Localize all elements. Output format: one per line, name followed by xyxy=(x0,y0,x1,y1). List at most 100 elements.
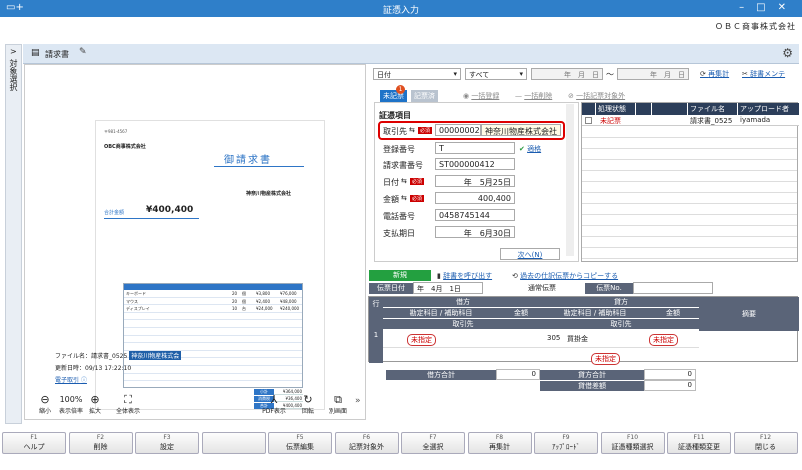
invoice-item-name: ディスプレイ xyxy=(126,306,150,312)
function-key-4[interactable] xyxy=(201,432,266,454)
row-status: 未記票 xyxy=(600,117,621,125)
window-controls[interactable]: –□✕ xyxy=(739,2,798,13)
call-dictionary-link[interactable]: ▮ 辞書を呼び出す xyxy=(437,271,492,281)
filter-field-select[interactable]: 日付 ▾ xyxy=(373,68,461,80)
grid-header-col4[interactable] xyxy=(652,103,688,115)
function-key-number: F6 xyxy=(362,434,371,441)
fit-page-button[interactable]: ⛶ 全体表示 xyxy=(112,394,144,416)
close-icon[interactable]: ✕ xyxy=(778,2,798,13)
grid-header-col3[interactable] xyxy=(636,103,652,115)
due-date-label: 支払期日 xyxy=(383,229,415,238)
invoice-item-price: ¥24,000 xyxy=(256,306,273,312)
invoice-amount: ¥400,400 xyxy=(146,205,194,215)
rotate-button[interactable]: ↻ 回転 xyxy=(295,394,321,416)
reaggregate-link[interactable]: ⟳ 再集計 xyxy=(700,69,729,79)
function-key-12[interactable]: F12 閉じる xyxy=(733,432,798,454)
info-icon[interactable]: ⓘ xyxy=(81,377,87,384)
client-name-field[interactable]: 神奈川物産株式会社 xyxy=(481,124,561,136)
amount-input[interactable]: 400,400 xyxy=(435,192,515,204)
document-tab-bar: ▤ 請求書 ✎ ⚙ xyxy=(23,44,799,64)
electronic-trade-link[interactable]: 電子取引 xyxy=(55,377,79,384)
dictionary-maintenance-link[interactable]: ✂ 辞書メンテ xyxy=(742,69,785,79)
window-title: 証憑入力 xyxy=(382,6,419,16)
updated-time: 09/13 17:22:10 xyxy=(85,365,132,372)
grid-header-filename[interactable]: ファイル名 xyxy=(688,103,738,115)
zoom-out-icon: ⊖ xyxy=(40,393,50,406)
invoice-item-qty: 20 xyxy=(232,291,238,296)
date-input[interactable]: 年 5月25日 xyxy=(435,175,515,187)
required-badge: 必須 xyxy=(410,178,425,185)
sidebar-tab[interactable]: > 対象選択 xyxy=(5,44,22,424)
function-key-11[interactable]: F11 証憑種類変更 xyxy=(667,432,731,454)
client-code-input[interactable]: 00000002 xyxy=(435,124,481,136)
credit-partner-unspecified-tag[interactable]: 未指定 xyxy=(649,334,678,346)
grid-line xyxy=(582,214,797,215)
function-key-number: F5 xyxy=(296,434,304,441)
function-key-6[interactable]: F6 記票対象外 xyxy=(334,432,399,454)
row-checkbox[interactable] xyxy=(585,117,592,124)
credit-unspecified-tag[interactable]: 未指定 xyxy=(591,353,620,365)
bulk-register-button[interactable]: ◉ 一括登録 xyxy=(463,91,499,101)
file-info: ファイル名：請求書_0525 神奈川物産株式会 更新日時：09/13 17:22… xyxy=(55,351,182,384)
next-button[interactable]: 次へ(N) xyxy=(500,248,560,260)
slip-number-input[interactable] xyxy=(633,282,713,294)
maximize-icon[interactable]: □ xyxy=(756,2,777,13)
qualified-link[interactable]: ✔ 適格 xyxy=(519,144,541,154)
function-key-number: F10 xyxy=(626,434,639,441)
registration-input[interactable]: T xyxy=(435,142,515,154)
function-key-7[interactable]: F7 全選択 xyxy=(401,432,465,454)
minus-icon: — xyxy=(515,92,525,100)
date-to-input[interactable]: 年 月 日 xyxy=(617,68,689,80)
table-row[interactable]: 未記票 請求書_0525 iyamada xyxy=(582,115,799,126)
function-key-2[interactable]: F2 削除 xyxy=(68,432,133,454)
function-key-9[interactable]: F9 ｱｯﾌﾟﾛｰﾄﾞ xyxy=(534,432,598,454)
expand-chevron-icon[interactable]: > xyxy=(10,47,17,56)
invoice-number-label: 請求書番号 xyxy=(383,161,423,170)
invoice-item-name: キーボード xyxy=(126,291,146,296)
minimize-icon[interactable]: – xyxy=(739,2,756,13)
company-name: ＯＢＣ商事株式会社 xyxy=(715,22,796,31)
invoice-amount-label: 合計金額 xyxy=(104,210,125,216)
row-filename: 請求書_0525 xyxy=(690,117,733,125)
bulk-delete-button[interactable]: — 一括削除 xyxy=(515,91,552,101)
credit-account-header: 勘定科目 / 補助科目 xyxy=(543,308,647,318)
phone-input[interactable]: 0458745144 xyxy=(435,209,515,221)
invoice-item-total: ¥76,000 xyxy=(280,291,297,296)
function-key-label: 閉じる xyxy=(755,443,776,451)
document-preview: 〒981-4567 OBC商事株式会社 御請求書 合計金額 ¥400,400 神… xyxy=(24,64,366,420)
grid-line xyxy=(582,170,797,171)
debit-unspecified-tag[interactable]: 未指定 xyxy=(407,334,436,346)
row-uploader: iyamada xyxy=(740,116,771,124)
registration-label: 登録番号 xyxy=(383,145,415,154)
function-key-number: F12 xyxy=(759,434,772,441)
invoice-number-input[interactable]: ST000000412 xyxy=(435,158,515,170)
bulk-exclude-button[interactable]: ⊘ 一括記票対象外 xyxy=(568,91,625,101)
pen-icon[interactable]: ✎ xyxy=(79,47,87,57)
pdf-view-button[interactable]: ⅄ PDF表示 xyxy=(260,394,288,416)
grid-header-uploader[interactable]: アップロード者 xyxy=(738,103,799,115)
grid-header-status[interactable]: 処理状態 xyxy=(596,103,636,115)
grid-line xyxy=(582,148,797,149)
grid-header-select[interactable] xyxy=(582,103,596,115)
function-key-3[interactable]: F3 設定 xyxy=(135,432,199,454)
registered-tab[interactable]: 記票済 xyxy=(411,90,438,102)
invoice-item-row xyxy=(124,313,302,321)
collapse-chevron-icon[interactable]: » xyxy=(355,396,361,406)
filter-mode-select[interactable]: すべて ▾ xyxy=(465,68,527,80)
form-scrollbar[interactable] xyxy=(566,104,574,256)
gear-icon[interactable]: ⚙ xyxy=(782,46,793,60)
function-key-1[interactable]: F1 ヘルプ xyxy=(2,432,66,454)
zoom-out-button[interactable]: ⊖ 縮小 xyxy=(32,393,58,416)
copy-past-slip-link[interactable]: ⟲ 過去の仕訳伝票からコピーする xyxy=(512,271,618,281)
function-key-label: ｱｯﾌﾟﾛｰﾄﾞ xyxy=(552,443,580,451)
slip-date-input[interactable]: 年 4月 1日 xyxy=(413,282,483,294)
date-from-input[interactable]: 年 月 日 xyxy=(531,68,603,80)
separate-window-button[interactable]: ⧉ 別画面 xyxy=(323,394,353,416)
function-key-8[interactable]: F8 再集計 xyxy=(467,432,532,454)
due-date-input[interactable]: 年 6月30日 xyxy=(435,226,515,238)
zoom-in-button[interactable]: ⊕ 拡大 xyxy=(82,394,108,416)
function-key-10[interactable]: F10 証憑種類選択 xyxy=(600,432,665,454)
function-key-5[interactable]: F5 伝票編集 xyxy=(268,432,332,454)
debit-total-label: 借方合計 xyxy=(386,370,496,380)
swap-icon: ⇆ xyxy=(401,177,407,185)
